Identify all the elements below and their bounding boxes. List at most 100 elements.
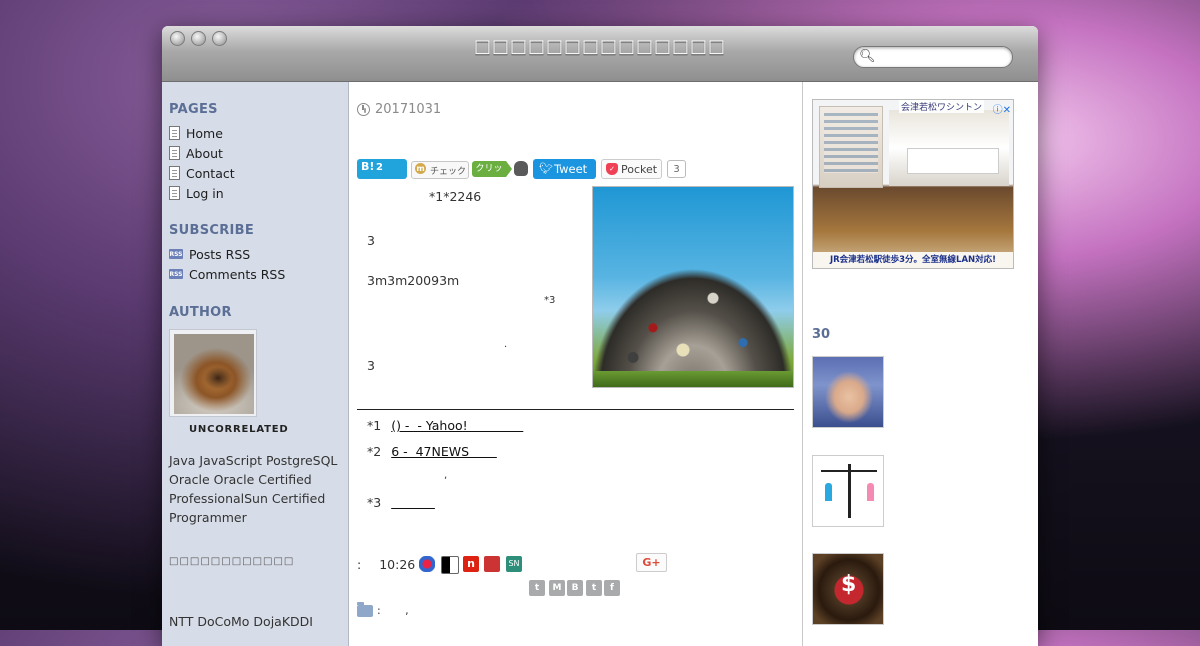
ad-caption: JR会津若松駅徒歩3分。全室無線LAN対応! xyxy=(813,252,1013,268)
author-extra-line: □□□□□□□□□□□□ xyxy=(169,556,295,567)
right-sidebar: 会津若松ワシントン ⓘ✕ JR会津若松駅徒歩3分。全室無線LAN対応! 30 xyxy=(802,82,1038,646)
hatena-bookmark-button[interactable]: B! 2 xyxy=(357,159,407,179)
subscribe-heading: SUBSCRIBE xyxy=(169,223,255,238)
facebook-icon[interactable]: f xyxy=(604,580,620,596)
page-icon xyxy=(169,186,180,200)
garbage-pile-photo xyxy=(592,186,794,388)
hotel-advertisement[interactable]: 会津若松ワシントン ⓘ✕ JR会津若松駅徒歩3分。全室無線LAN対応! xyxy=(812,99,1014,269)
search-input[interactable] xyxy=(876,48,1008,66)
body-line-2: 3 xyxy=(367,233,375,248)
female-figure xyxy=(867,483,874,501)
footnote-2-link[interactable]: 6 - 47NEWS xyxy=(391,444,497,459)
mixi-icon: m xyxy=(415,163,426,174)
comments-rss-link[interactable]: RSS Comments RSS xyxy=(169,265,285,283)
pocket-count: 3 xyxy=(667,160,686,178)
posts-rss-label: Posts RSS xyxy=(189,246,251,262)
body-line-3: 3m3m20093m xyxy=(367,273,460,288)
author-carriers-line: NTT DoCoMo DojaKDDI xyxy=(169,614,313,629)
comments-rss-label: Comments RSS xyxy=(189,266,286,282)
sn-icon[interactable]: SN xyxy=(506,556,522,572)
rss-icon: RSS xyxy=(169,249,183,259)
nav-contact-label: Contact xyxy=(186,165,235,181)
browser-window: □□□□□□□□□□□□□□ 🔍︎ PAGES Home About Conta… xyxy=(162,26,1038,646)
rss-icon: RSS xyxy=(169,269,183,279)
footnote-comma: , xyxy=(444,470,448,481)
nav-contact-link[interactable]: Contact xyxy=(169,164,235,182)
child-covering-ears-thumbnail[interactable] xyxy=(812,356,884,428)
author-bio: Java JavaScript PostgreSQL Oracle Oracle… xyxy=(169,453,338,525)
nav-about-label: About xyxy=(186,145,223,161)
post-time: 10:26 xyxy=(379,557,416,572)
pocket-label: Pocket xyxy=(621,163,658,176)
tumblr-icon[interactable]: t xyxy=(529,580,545,596)
post-date-text: 20171031 xyxy=(375,102,442,117)
posts-rss-link[interactable]: RSS Posts RSS xyxy=(169,245,250,263)
post-category: : , xyxy=(377,604,409,617)
hotel-building-image xyxy=(819,106,883,188)
post-content: 20171031 B! 2 m チェック クリップ 🐦︎ Tweet ✓ Poc… xyxy=(349,82,802,646)
popular-posts-heading: 30 xyxy=(812,327,831,342)
pocket-button[interactable]: ✓ Pocket xyxy=(601,159,662,179)
page-icon xyxy=(169,126,180,140)
footnote-marker: *1 xyxy=(367,418,382,433)
mixi-label: チェック xyxy=(430,167,467,177)
search-icon: 🔍︎ xyxy=(859,49,876,64)
footnote-3-link[interactable] xyxy=(391,495,435,510)
grass xyxy=(593,371,793,387)
gmail-icon[interactable]: M xyxy=(549,580,565,596)
twitter-share-icon[interactable]: t xyxy=(586,580,602,596)
nav-login-label: Log in xyxy=(186,185,224,201)
pocket-icon: ✓ xyxy=(606,163,618,175)
delicious-icon[interactable] xyxy=(441,556,459,574)
author-avatar xyxy=(174,334,254,414)
post-date: 20171031 xyxy=(357,102,441,117)
footnote-marker: *3 xyxy=(367,495,382,510)
footnote-2: *2 6 - 47NEWS xyxy=(367,444,497,459)
tweet-label: Tweet xyxy=(554,162,588,176)
ad-brand: 会津若松ワシントン xyxy=(899,100,985,113)
footnote-1: *1 () - - Yahoo! xyxy=(367,418,523,433)
nav-about-link[interactable]: About xyxy=(169,144,223,162)
evernote-clip-button[interactable]: クリップ xyxy=(472,161,506,190)
body-line-1: *1*2246 xyxy=(429,189,482,204)
search-box[interactable]: 🔍︎ xyxy=(853,46,1013,68)
clock-icon xyxy=(357,103,370,116)
buzzurl-icon[interactable] xyxy=(484,556,500,572)
meta-colon: : xyxy=(357,557,362,572)
body-line-5: . xyxy=(504,339,508,350)
newsing-icon[interactable]: n xyxy=(463,556,479,572)
left-sidebar: PAGES Home About Contact Log in SUBSCRIB… xyxy=(162,82,349,646)
post-meta: : 10:26 xyxy=(357,557,415,572)
nav-home-link[interactable]: Home xyxy=(169,124,223,142)
nav-home-label: Home xyxy=(186,125,223,141)
twitter-bird-icon: 🐦︎ xyxy=(539,162,553,175)
page-icon xyxy=(169,146,180,160)
blogger-icon[interactable]: B xyxy=(567,580,583,596)
body-line-4: *3 xyxy=(544,295,556,306)
footnote-divider xyxy=(357,409,794,410)
body-line-6: 3 xyxy=(367,358,375,373)
tweet-button[interactable]: 🐦︎ Tweet xyxy=(533,159,596,179)
garbage-pile xyxy=(593,239,793,387)
google-plus-button[interactable]: G+ xyxy=(636,553,667,572)
author-name: UNCORRELATED xyxy=(189,424,289,435)
gender-scale-thumbnail[interactable] xyxy=(812,455,884,527)
ad-info-close-icon[interactable]: ⓘ✕ xyxy=(993,101,1011,116)
footnote-3: *3 xyxy=(367,495,435,510)
footnote-marker: *2 xyxy=(367,444,382,459)
author-heading: AUTHOR xyxy=(169,305,232,320)
mixi-check-button[interactable]: m チェック xyxy=(411,161,469,179)
author-avatar-frame xyxy=(169,329,257,417)
hatena-count: 2 xyxy=(376,162,383,173)
money-nest-thumbnail[interactable] xyxy=(812,553,884,625)
hatena-badge: B! xyxy=(361,160,375,173)
footnote-1-link[interactable]: () - - Yahoo! xyxy=(391,418,523,433)
male-figure xyxy=(825,483,832,501)
bookmark-service-icon[interactable] xyxy=(419,556,435,572)
evernote-arrow xyxy=(506,161,512,177)
page-icon xyxy=(169,166,180,180)
pages-heading: PAGES xyxy=(169,102,218,117)
nav-login-link[interactable]: Log in xyxy=(169,184,224,202)
title-bar: □□□□□□□□□□□□□□ 🔍︎ xyxy=(162,26,1038,82)
evernote-icon[interactable] xyxy=(514,161,528,176)
